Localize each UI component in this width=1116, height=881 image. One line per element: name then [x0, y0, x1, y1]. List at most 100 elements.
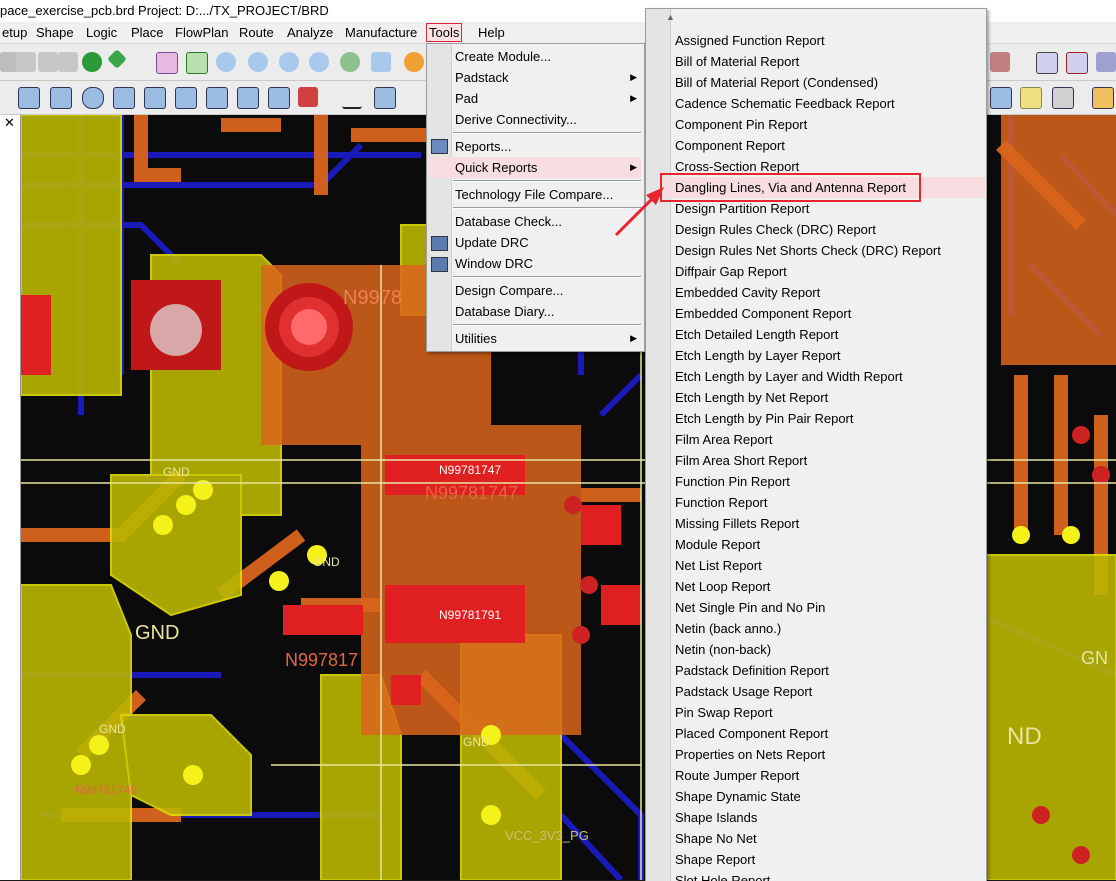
- check-icon[interactable]: [1020, 87, 1042, 109]
- zoom-plus-icon[interactable]: [279, 52, 299, 72]
- line-icon[interactable]: [342, 87, 362, 109]
- menu-logic[interactable]: Logic: [84, 24, 119, 41]
- menu-item-report[interactable]: Bill of Material Report: [675, 51, 975, 72]
- tools-icon[interactable]: [1052, 87, 1074, 109]
- menu-item-report[interactable]: Placed Component Report: [675, 723, 975, 744]
- grid-green-icon[interactable]: [186, 52, 208, 74]
- text-icon[interactable]: [404, 87, 424, 107]
- menu-item-report[interactable]: Padstack Usage Report: [675, 681, 975, 702]
- menu-item-database-diary[interactable]: Database Diary...: [455, 301, 641, 322]
- close-icon[interactable]: ✕: [4, 115, 15, 131]
- menu-item-report[interactable]: Design Rules Net Shorts Check (DRC) Repo…: [675, 240, 975, 261]
- zoom-window-icon[interactable]: [371, 52, 391, 72]
- menu-item-report[interactable]: Diffpair Gap Report: [675, 261, 975, 282]
- menu-item-quick-reports[interactable]: Quick Reports ▶: [429, 157, 641, 178]
- menu-manufacture[interactable]: Manufacture: [343, 24, 419, 41]
- menu-analyze[interactable]: Analyze: [285, 24, 335, 41]
- window-drc-icon: [431, 257, 448, 272]
- menu-item-report[interactable]: Assigned Function Report: [675, 30, 975, 51]
- menu-separator: [453, 132, 641, 134]
- menu-tools[interactable]: Tools: [426, 23, 463, 42]
- shape-edit-icon[interactable]: [144, 87, 166, 109]
- menu-item-report[interactable]: Padstack Definition Report: [675, 660, 975, 681]
- zoom-fit-icon[interactable]: [216, 52, 236, 72]
- menu-item-report[interactable]: Function Pin Report: [675, 471, 975, 492]
- redo-arrow-icon[interactable]: [38, 52, 58, 72]
- shape-circle-icon[interactable]: [237, 87, 259, 109]
- menu-item-report[interactable]: Netin (back anno.): [675, 618, 975, 639]
- menu-item-report[interactable]: Shape Dynamic State: [675, 786, 975, 807]
- color-icon[interactable]: [990, 52, 1010, 72]
- menu-route[interactable]: Route: [237, 24, 276, 41]
- menu-item-report[interactable]: Shape Islands: [675, 807, 975, 828]
- menu-item-report[interactable]: Missing Fillets Report: [675, 513, 975, 534]
- menu-item-reports[interactable]: Reports...: [455, 136, 641, 157]
- menu-separator: [453, 276, 641, 278]
- menu-item-report[interactable]: Net Loop Report: [675, 576, 975, 597]
- delete-shape-icon[interactable]: [298, 87, 318, 107]
- menu-item-report[interactable]: Shape Report: [675, 849, 975, 870]
- menu-item-report[interactable]: Etch Length by Layer and Width Report: [675, 366, 975, 387]
- menu-item-pad[interactable]: Pad ▶: [455, 88, 641, 109]
- shape-merge-icon[interactable]: [175, 87, 197, 109]
- menu-setup[interactable]: etup: [0, 24, 29, 41]
- menu-item-report[interactable]: Embedded Component Report: [675, 303, 975, 324]
- menu-item-report[interactable]: Net List Report: [675, 555, 975, 576]
- menu-item-padstack[interactable]: Padstack ▶: [455, 67, 641, 88]
- menu-help[interactable]: Help: [476, 24, 507, 41]
- menu-item-utilities[interactable]: Utilities ▶: [455, 328, 641, 349]
- shape-void-icon[interactable]: [268, 87, 290, 109]
- menu-item-derive-connectivity[interactable]: Derive Connectivity...: [455, 109, 641, 130]
- menu-item-report[interactable]: Etch Detailed Length Report: [675, 324, 975, 345]
- zoom-out-icon[interactable]: [309, 52, 329, 72]
- menu-item-label: Technology File Compare...: [455, 187, 614, 202]
- menu-item-report[interactable]: Pin Swap Report: [675, 702, 975, 723]
- cursor-icon[interactable]: [113, 87, 135, 109]
- menu-item-report[interactable]: Module Report: [675, 534, 975, 555]
- box-icon[interactable]: [374, 87, 396, 109]
- menu-item-report[interactable]: Film Area Report: [675, 429, 975, 450]
- menu-item-report[interactable]: Embedded Cavity Report: [675, 282, 975, 303]
- scroll-up-icon[interactable]: ▲: [666, 12, 675, 22]
- menu-item-report[interactable]: Net Single Pin and No Pin: [675, 597, 975, 618]
- net-label: GND: [313, 555, 340, 569]
- down-arrow-icon[interactable]: [16, 52, 36, 72]
- menu-item-report[interactable]: Route Jumper Report: [675, 765, 975, 786]
- menu-item-report[interactable]: Shape No Net: [675, 828, 975, 849]
- select-icon[interactable]: [18, 87, 40, 109]
- menu-place[interactable]: Place: [129, 24, 166, 41]
- menu-item-report[interactable]: Film Area Short Report: [675, 450, 975, 471]
- zoom-previous-icon[interactable]: [340, 52, 360, 72]
- globe-icon[interactable]: [82, 52, 102, 72]
- zoom-in-icon[interactable]: [248, 52, 268, 72]
- menu-item-report[interactable]: Etch Length by Layer Report: [675, 345, 975, 366]
- pin-icon[interactable]: [107, 49, 127, 69]
- menu-item-report[interactable]: Netin (non-back): [675, 639, 975, 660]
- menu-item-report[interactable]: Function Report: [675, 492, 975, 513]
- measure-icon[interactable]: [1066, 52, 1088, 74]
- menu-item-report[interactable]: Component Report: [675, 135, 975, 156]
- menu-item-report[interactable]: Bill of Material Report (Condensed): [675, 72, 975, 93]
- drc-icon[interactable]: [990, 87, 1012, 109]
- menu-flowplan[interactable]: FlowPlan: [173, 24, 230, 41]
- menu-item-report[interactable]: Slot Hole Report: [675, 870, 975, 881]
- menu-item-report[interactable]: Properties on Nets Report: [675, 744, 975, 765]
- shape-square-icon[interactable]: [206, 87, 228, 109]
- copy-icon[interactable]: [1092, 87, 1114, 109]
- menu-item-create-module[interactable]: Create Module...: [455, 46, 641, 67]
- menu-item-report[interactable]: Component Pin Report: [675, 114, 975, 135]
- menu-item-report[interactable]: Etch Length by Pin Pair Report: [675, 408, 975, 429]
- down-icon[interactable]: [58, 52, 78, 72]
- menu-item-window-drc[interactable]: Window DRC: [455, 253, 641, 274]
- layer-icon[interactable]: [1096, 52, 1116, 72]
- menu-item-report[interactable]: Etch Length by Net Report: [675, 387, 975, 408]
- add-connect-icon[interactable]: [1036, 52, 1058, 74]
- grid-icon[interactable]: [156, 52, 178, 74]
- refresh-icon[interactable]: [404, 52, 424, 72]
- menu-shape[interactable]: Shape: [34, 24, 76, 41]
- circle-icon[interactable]: [82, 87, 104, 109]
- rectangle-icon[interactable]: [50, 87, 72, 109]
- menu-item-report[interactable]: Cadence Schematic Feedback Report: [675, 93, 975, 114]
- menu-item-design-compare[interactable]: Design Compare...: [455, 280, 641, 301]
- menu-item-report[interactable]: Design Rules Check (DRC) Report: [675, 219, 975, 240]
